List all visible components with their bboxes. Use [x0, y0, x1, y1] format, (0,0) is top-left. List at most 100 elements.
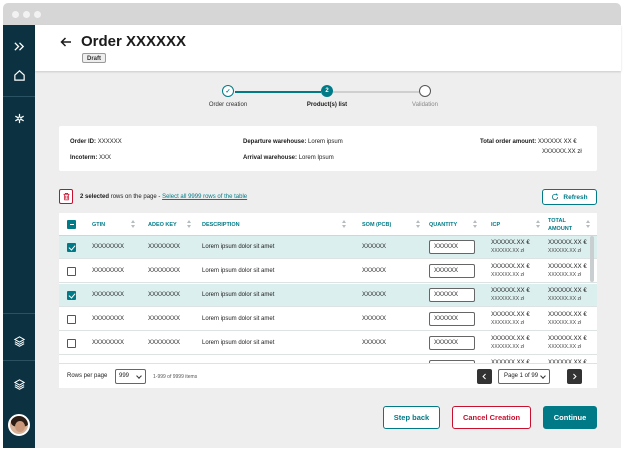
cancel-creation-button[interactable]: Cancel Creation: [452, 406, 531, 429]
asterisk-icon: [14, 113, 24, 123]
sidebar-item-layers-1[interactable]: [3, 326, 35, 356]
row-checkbox[interactable]: [67, 291, 76, 300]
continue-button[interactable]: Continue: [543, 406, 597, 429]
selection-summary: 2 selected rows on the page - Select all…: [80, 194, 248, 200]
trash-icon: [63, 192, 69, 201]
sidebar-divider: [3, 313, 35, 314]
window-titlebar: [3, 3, 621, 25]
delete-selected-button[interactable]: [59, 189, 73, 204]
column-header-icp[interactable]: ICP: [491, 213, 500, 236]
cell-total-eur: XXXXXX.XX €: [548, 240, 587, 246]
quantity-input[interactable]: XXXXXX: [429, 240, 475, 254]
previous-page-button[interactable]: [477, 369, 492, 384]
next-page-button[interactable]: [567, 369, 582, 384]
column-header-adeo-key[interactable]: ADEO KEY: [148, 213, 177, 236]
cell-som: XXXXXX: [362, 316, 387, 322]
rows-per-page-select[interactable]: 999: [115, 369, 146, 384]
sidebar: [3, 25, 35, 448]
step-todo-marker: [419, 85, 431, 97]
cell-gtin: XXXXXXXX: [92, 268, 125, 274]
row-checkbox[interactable]: [67, 315, 76, 324]
cell-total-eur: XXXXXX.XX €: [548, 312, 587, 318]
cell-adeo-key: XXXXXXXX: [148, 316, 181, 322]
window-dot-icon: [23, 11, 30, 18]
cell-gtin: XXXXXXXX: [92, 244, 125, 250]
cell-icp-pln: XXXXXX.XX zł: [491, 272, 525, 278]
step-label-products-list: Product(s) list: [306, 102, 348, 108]
sort-icon[interactable]: [536, 220, 541, 229]
column-header-gtin[interactable]: GTIN: [92, 213, 105, 236]
table-row[interactable]: XXXXXXXX XXXXXXXX Lorem ipsum dolor sit …: [59, 236, 597, 259]
back-button[interactable]: [59, 35, 73, 49]
cell-icp-pln: XXXXXX.XX zł: [491, 320, 525, 326]
sort-icon[interactable]: [131, 220, 136, 229]
select-all-checkbox[interactable]: [67, 220, 76, 229]
sort-icon[interactable]: [187, 220, 192, 229]
cell-total-pln: XXXXXX.XX zł: [548, 272, 582, 278]
stepper-connector: [235, 91, 321, 93]
column-header-total-amount[interactable]: TOTAL AMOUNT: [548, 213, 582, 236]
arrow-left-icon: [60, 37, 71, 47]
cell-som: XXXXXX: [362, 292, 387, 298]
row-checkbox[interactable]: [67, 243, 76, 252]
layers-icon: [13, 335, 25, 347]
departure-warehouse: Departure warehouse: Lorem ipsum: [243, 139, 343, 145]
double-chevron-right-icon: [13, 41, 24, 51]
page-select[interactable]: Page 1 of 99: [498, 369, 550, 384]
step-done-check-icon: ✓: [222, 85, 234, 97]
table-scrollbar[interactable]: [589, 236, 595, 363]
row-checkbox[interactable]: [67, 339, 76, 348]
cell-icp-pln: XXXXXX.XX zł: [491, 248, 525, 254]
stepper-connector: [333, 91, 419, 93]
table-header: GTIN ADEO KEY DESCRIPTION SOM (PCB) QUAN…: [59, 213, 597, 236]
table-row[interactable]: XXXXXXXX XXXXXXXX Lorem ipsum dolor sit …: [59, 284, 597, 307]
cell-total-pln: XXXXXX.XX zł: [548, 296, 582, 302]
column-header-quantity[interactable]: QUANTITY: [429, 213, 457, 236]
total-order-amount-pln: XXXXXX.XX zł: [542, 149, 582, 155]
cell-icp-eur: XXXXXX.XX €: [491, 240, 530, 246]
cell-description: Lorem ipsum dolor sit amet: [202, 244, 275, 250]
select-all-rows-link[interactable]: Select all 9999 rows of the table: [162, 194, 247, 200]
step-back-button[interactable]: Step back: [383, 406, 440, 429]
refresh-button[interactable]: Refresh: [542, 189, 597, 205]
cell-som: XXXXXX: [362, 340, 387, 346]
cell-icp-pln: XXXXXX.XX zł: [491, 344, 525, 350]
sidebar-item-home[interactable]: [3, 60, 35, 90]
sort-icon[interactable]: [416, 220, 421, 229]
cell-adeo-key: XXXXXXXX: [148, 244, 181, 250]
cell-som: XXXXXX: [362, 244, 387, 250]
table-row[interactable]: XXXXXXXX XXXXXXXX Lorem ipsum dolor sit …: [59, 332, 597, 355]
sidebar-item-layers-2[interactable]: [3, 369, 35, 399]
quantity-input[interactable]: XXXXXX: [429, 288, 475, 302]
home-icon: [13, 69, 25, 81]
quantity-input[interactable]: XXXXXX: [429, 264, 475, 278]
table-row[interactable]: XXXXXXXX XXXXXXXX Lorem ipsum dolor sit …: [59, 260, 597, 283]
chevron-down-icon: [136, 373, 142, 379]
sort-icon[interactable]: [586, 220, 591, 229]
sidebar-item-hub[interactable]: [3, 103, 35, 133]
cell-total-eur: XXXXXX.XX €: [548, 336, 587, 342]
table-footer: Rows per page 999 1-999 of 9999 items Pa…: [59, 363, 597, 388]
sort-icon[interactable]: [342, 220, 347, 229]
row-checkbox[interactable]: [67, 267, 76, 276]
quantity-input[interactable]: XXXXXX: [429, 336, 475, 350]
cell-total-pln: XXXXXX.XX zł: [548, 320, 582, 326]
page-header: Order XXXXXX Draft: [35, 25, 621, 71]
arrival-warehouse: Arrival warehouse: Lorem Ipsum: [243, 155, 334, 161]
cell-adeo-key: XXXXXXXX: [148, 268, 181, 274]
cell-som: XXXXXX: [362, 268, 387, 274]
expand-sidebar-button[interactable]: [3, 31, 35, 61]
table-row[interactable]: XXXXXXXX XXXXXXXX Lorem ipsum dolor sit …: [59, 356, 597, 363]
column-header-description[interactable]: DESCRIPTION: [202, 213, 240, 236]
sidebar-divider: [3, 96, 35, 97]
scroll-thumb[interactable]: [590, 236, 594, 282]
step-label-validation: Validation: [412, 102, 438, 108]
table-row[interactable]: XXXXXXXX XXXXXXXX Lorem ipsum dolor sit …: [59, 308, 597, 331]
cell-description: Lorem ipsum dolor sit amet: [202, 292, 275, 298]
cell-icp-pln: XXXXXX.XX zł: [491, 296, 525, 302]
rows-per-page-label: Rows per page: [67, 373, 108, 379]
avatar[interactable]: [8, 414, 30, 436]
sort-icon[interactable]: [473, 220, 478, 229]
column-header-som[interactable]: SOM (PCB): [362, 213, 391, 236]
quantity-input[interactable]: XXXXXX: [429, 312, 475, 326]
